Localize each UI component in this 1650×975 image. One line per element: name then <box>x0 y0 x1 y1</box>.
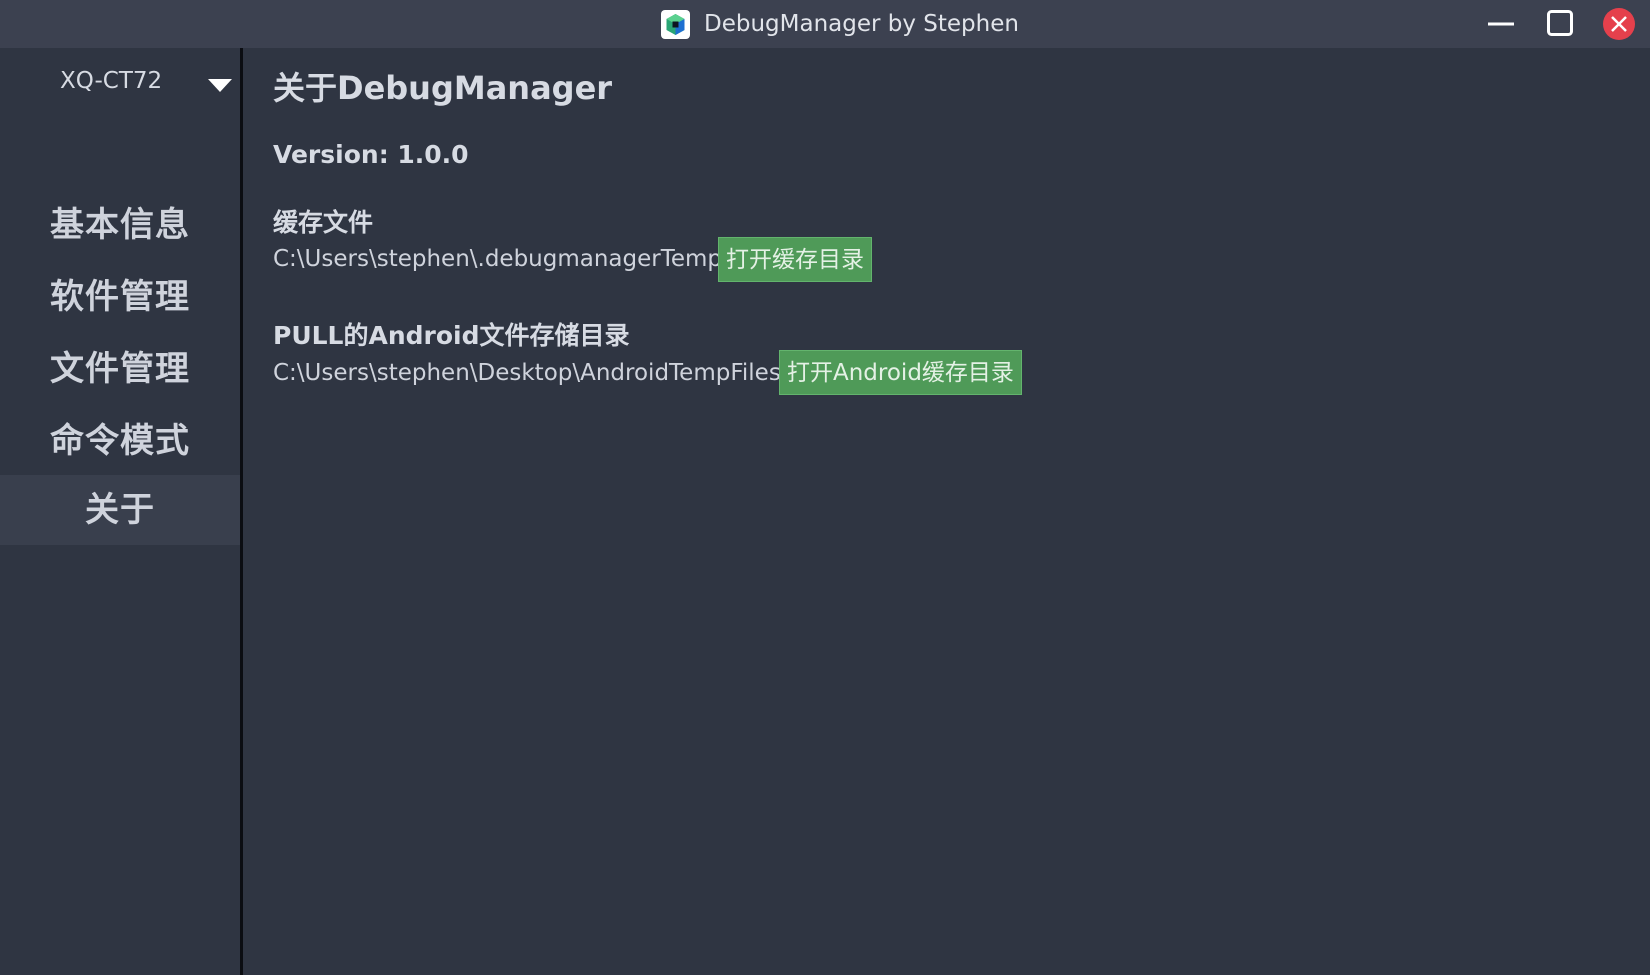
window-title: DebugManager by Stephen <box>704 11 1019 37</box>
sidebar-item-software-management[interactable]: 软件管理 <box>0 262 240 332</box>
sidebar-item-command-mode[interactable]: 命令模式 <box>0 406 240 476</box>
maximize-button[interactable] <box>1540 6 1580 42</box>
page-title: 关于DebugManager <box>273 69 613 107</box>
android-path-text: C:\Users\stephen\Desktop\AndroidTempFile… <box>273 360 781 386</box>
app-logo-icon <box>661 10 690 39</box>
version-text: Version: 1.0.0 <box>273 140 469 169</box>
open-android-cache-dir-button[interactable]: 打开Android缓存目录 <box>779 350 1022 395</box>
sidebar-item-basic-info[interactable]: 基本信息 <box>0 190 240 260</box>
sidebar: XQ-CT72 基本信息 软件管理 文件管理 命令模式 关于 <box>0 48 243 975</box>
sidebar-item-file-management[interactable]: 文件管理 <box>0 334 240 404</box>
minimize-button[interactable] <box>1481 6 1521 42</box>
device-dropdown-button[interactable] <box>207 78 233 94</box>
sidebar-item-about[interactable]: 关于 <box>0 475 240 545</box>
main-content: 关于DebugManager Version: 1.0.0 缓存文件 C:\Us… <box>243 48 1650 975</box>
cache-path-text: C:\Users\stephen\.debugmanagerTemp <box>273 246 723 272</box>
title-bar: DebugManager by Stephen <box>0 0 1650 48</box>
open-cache-dir-button[interactable]: 打开缓存目录 <box>718 237 872 282</box>
cache-files-label: 缓存文件 <box>273 208 374 237</box>
android-storage-label: PULL的Android文件存储目录 <box>273 321 630 350</box>
chevron-down-icon <box>208 79 232 92</box>
close-button[interactable] <box>1599 6 1639 42</box>
close-icon <box>1603 8 1635 40</box>
minimize-icon <box>1488 22 1514 26</box>
device-selector-label[interactable]: XQ-CT72 <box>60 68 162 94</box>
maximize-icon <box>1547 10 1573 36</box>
